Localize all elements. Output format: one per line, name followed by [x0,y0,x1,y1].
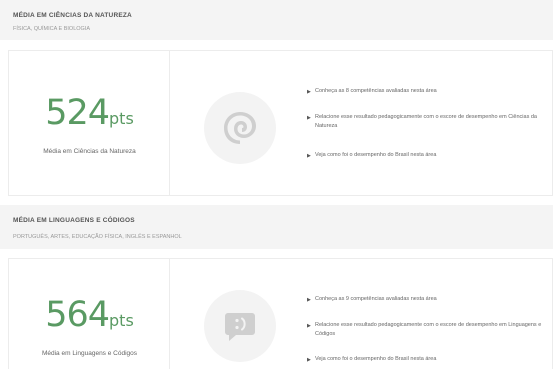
arrow-right-icon: ▶ [307,297,311,303]
natureza-score-value: 524 [45,93,110,133]
natureza-subtitle: FÍSICA, QUÍMICA E BIOLOGIA [13,26,91,32]
natureza-score: 524pts [9,93,170,133]
linguagens-card: 564pts Média em Linguagens e Códigos ▶ Co… [8,258,553,369]
natureza-score-unit: pts [109,109,134,128]
linguagens-score: 564pts [9,295,170,335]
natureza-icon-circle [204,92,276,164]
natureza-title: MÉDIA EM CIÊNCIAS DA NATUREZA [13,12,132,19]
natureza-link-1-text: Conheça as 8 competências avaliadas nest… [315,88,437,94]
speech-bubble-icon [225,313,255,341]
natureza-score-label: Média em Ciências da Natureza [43,148,136,155]
linguagens-subtitle: PORTUGUÊS, ARTES, EDUCAÇÃO FÍSICA, INGLÊ… [13,234,182,240]
arrow-right-icon: ▶ [307,323,311,329]
natureza-score-panel: 524pts Média em Ciências da Natureza [9,51,170,195]
linguagens-title: MÉDIA EM LINGUAGENS E CÓDIGOS [13,217,135,224]
natureza-link-brasil[interactable]: ▶ Veja como foi o desempenho do Brasil ne… [307,151,542,160]
linguagens-score-value: 564 [45,295,110,335]
linguagens-header: MÉDIA EM LINGUAGENS E CÓDIGOS PORTUGUÊS,… [0,205,553,249]
linguagens-score-unit: pts [109,311,134,330]
natureza-link-relacione[interactable]: ▶ Relacione esse resultado pedagogicament… [307,113,542,131]
arrow-right-icon: ▶ [307,153,311,159]
arrow-right-icon: ▶ [307,89,311,95]
arrow-right-icon: ▶ [307,357,311,363]
linguagens-link-2-text: Relacione esse resultado pedagogicamente… [315,322,542,337]
natureza-link-competencias[interactable]: ▶ Conheça as 8 competências avaliadas nes… [307,87,542,96]
linguagens-link-3-text: Veja como foi o desempenho do Brasil nes… [315,356,437,362]
natureza-link-3-text: Veja como foi o desempenho do Brasil nes… [315,152,437,158]
arrow-right-icon: ▶ [307,115,311,121]
linguagens-score-label: Média em Linguagens e Códigos [41,350,138,357]
natureza-link-2-text: Relacione esse resultado pedagogicamente… [315,114,537,129]
linguagens-link-competencias[interactable]: ▶ Conheça as 9 competências avaliadas nes… [307,295,542,304]
linguagens-link-relacione[interactable]: ▶ Relacione esse resultado pedagogicament… [307,321,542,339]
natureza-card: 524pts Média em Ciências da Natureza ▶ Co… [8,50,553,196]
linguagens-score-panel: 564pts Média em Linguagens e Códigos [9,259,170,369]
nautilus-shell-icon [224,112,256,144]
linguagens-link-1-text: Conheça as 9 competências avaliadas nest… [315,296,437,302]
linguagens-icon-circle [204,290,276,362]
linguagens-link-brasil[interactable]: ▶ Veja como foi o desempenho do Brasil ne… [307,355,542,364]
natureza-header: MÉDIA EM CIÊNCIAS DA NATUREZA FÍSICA, QU… [0,0,553,40]
